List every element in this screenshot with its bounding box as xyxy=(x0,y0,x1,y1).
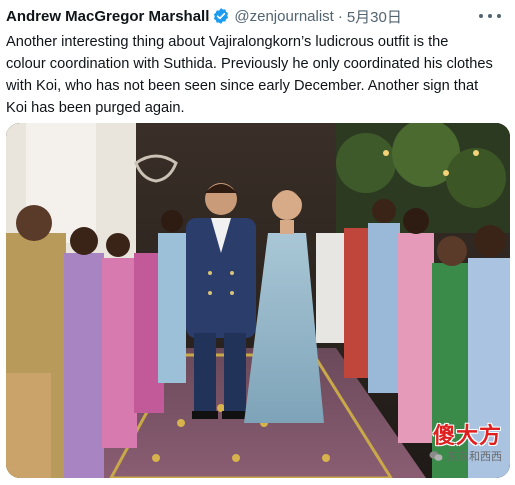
watermark-subtitle: 东东和西西 xyxy=(447,451,502,463)
tweet-text: Another interesting thing about Vajiralo… xyxy=(6,31,511,119)
author-name[interactable]: Andrew MacGregor Marshall xyxy=(6,8,209,25)
wechat-icon xyxy=(429,451,443,461)
watermark-source: 东东和西西 xyxy=(429,448,502,464)
watermark: 傻大方 东东和西西 xyxy=(429,418,502,464)
tweet-text-line: Koi has been purged again. xyxy=(6,100,185,116)
tweet-photo[interactable]: 傻大方 东东和西西 xyxy=(6,123,510,478)
author-handle[interactable]: @zenjournalist xyxy=(234,8,333,25)
tweet-card: Andrew MacGregor Marshall @zenjournalist… xyxy=(0,0,515,485)
tweet-header: Andrew MacGregor Marshall @zenjournalist… xyxy=(6,5,402,27)
watermark-title: 傻大方 xyxy=(432,423,502,449)
separator-dot: · xyxy=(337,7,343,25)
tweet-date[interactable]: 5月30日 xyxy=(347,6,402,27)
tweet-text-line: with Koi, who has not been seen since ea… xyxy=(6,78,479,94)
tweet-text-line: Another interesting thing about Vajiralo… xyxy=(6,34,449,50)
more-options-icon[interactable] xyxy=(479,8,501,24)
tweet-text-line: colour coordination with Suthida. Previo… xyxy=(6,56,493,72)
verified-badge-icon xyxy=(214,8,229,24)
